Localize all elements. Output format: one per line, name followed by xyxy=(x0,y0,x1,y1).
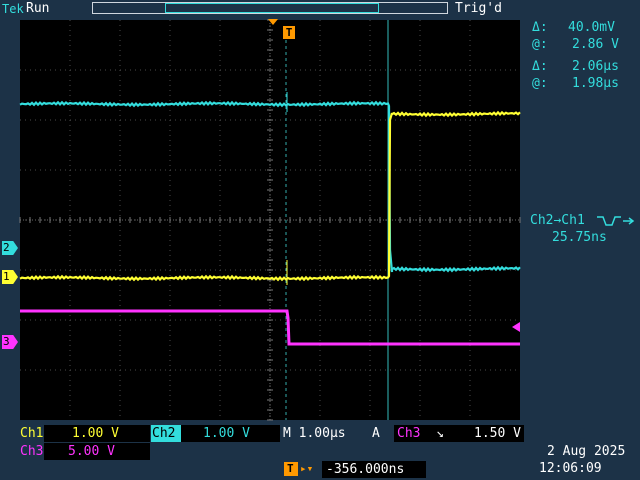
ch1-label[interactable]: Ch1 xyxy=(20,426,43,442)
ch3-label[interactable]: Ch3 xyxy=(20,444,43,460)
trigger-source-prefix: A xyxy=(372,426,380,441)
ch2-trace xyxy=(19,100,521,273)
ch3-scale: 5.00 V xyxy=(68,444,115,459)
horizontal-position: -356.000ns xyxy=(326,462,405,477)
date: 2 Aug 2025 xyxy=(547,444,626,459)
ch2-marker-label: 2 xyxy=(3,241,10,254)
cursor-delta-v-symbol: Δ: xyxy=(532,20,548,35)
horizontal-position-arrow: ▸▾ xyxy=(300,462,314,475)
graticule xyxy=(19,19,521,421)
ch2-scale: 1.00 V xyxy=(203,426,250,441)
ch3-marker-label: 3 xyxy=(3,335,10,348)
trigger-position-marker[interactable]: T xyxy=(283,26,295,39)
ch1-marker-label: 1 xyxy=(3,270,10,283)
ch1-scale: 1.00 V xyxy=(72,426,119,441)
trigger-level: 1.50 V xyxy=(474,426,521,441)
cursor-at-t: 1.98µs xyxy=(572,76,619,91)
cursor-at-v-symbol: @: xyxy=(532,37,548,52)
cursor-delta-t-symbol: Δ: xyxy=(532,59,548,74)
horizontal-position-t: T xyxy=(287,462,294,475)
ch2-label: Ch2 xyxy=(152,426,176,441)
trigger-top-triangle xyxy=(268,19,278,25)
time: 12:06:09 xyxy=(539,461,602,476)
trigger-slope-icon: ↘ xyxy=(436,426,444,441)
rising-edge-icon xyxy=(597,216,635,226)
cursor-delta-t: 2.06µs xyxy=(572,59,619,74)
markers xyxy=(268,19,278,25)
cursor-at-t-symbol: @: xyxy=(532,76,548,91)
measurement-value: 25.75ns xyxy=(552,230,607,245)
cursor-delta-v: 40.0mV xyxy=(568,20,615,35)
trigger-source: Ch3 xyxy=(397,426,421,441)
timebase[interactable]: M 1.00µs xyxy=(283,426,346,442)
cursor-at-v: 2.86 V xyxy=(572,37,619,52)
measurement-label: Ch2→Ch1 xyxy=(530,213,585,228)
